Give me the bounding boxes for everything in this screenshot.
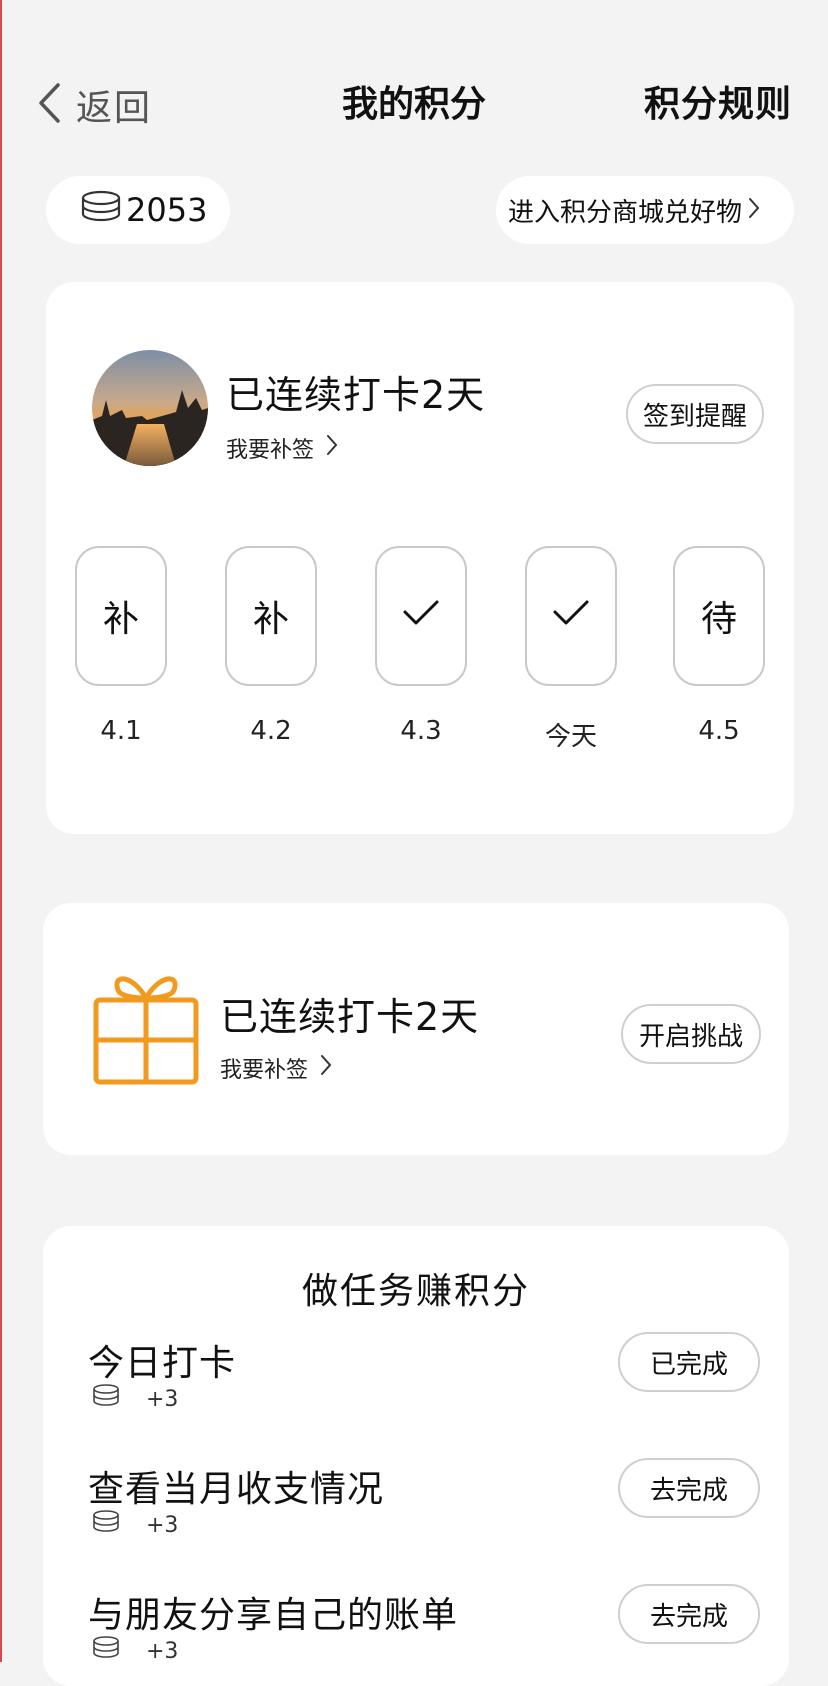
checkin-makeup-link[interactable]: 我要补签 [226,432,338,464]
points-balance-pill: 2053 [46,176,230,244]
task-reward-value: +3 [146,1386,179,1412]
gift-icon [92,968,200,1090]
points-balance-value: 2053 [126,191,208,229]
challenge-streak-text: 已连续打卡2天 [220,995,480,1039]
day-label: 4.3 [400,716,442,746]
day-label: 4.2 [250,716,292,746]
task-go-button[interactable]: 去完成 [618,1458,760,1518]
checkmark-icon [401,596,441,637]
tasks-section-title: 做任务赚积分 [301,1271,530,1312]
task-name: 与朋友分享自己的账单 [88,1595,459,1636]
day-label: 今天 [544,722,597,752]
chevron-right-icon [326,434,338,462]
day-label: 4.1 [100,716,142,746]
day-mark: 补 [102,599,139,640]
checkmark-icon [551,596,591,637]
day-box-today[interactable] [525,546,617,686]
coin-stack-icon [92,1384,120,1414]
day-box-4-1[interactable]: 补 [75,546,167,686]
day-box-4-2[interactable]: 补 [225,546,317,686]
task-status-button[interactable]: 已完成 [618,1332,760,1392]
makeup-label: 我要补签 [220,1058,309,1083]
challenge-makeup-link[interactable]: 我要补签 [220,1052,332,1084]
points-mall-link[interactable]: 进入积分商城兑好物 [496,176,794,244]
coin-stack-icon [80,190,122,230]
coin-stack-icon [92,1510,120,1540]
task-reward: +3 [92,1510,178,1540]
start-challenge-button[interactable]: 开启挑战 [621,1004,761,1064]
task-go-button[interactable]: 去完成 [618,1584,760,1644]
task-reward-value: +3 [146,1512,179,1538]
makeup-label: 我要补签 [226,438,315,463]
day-label: 4.5 [698,716,740,746]
task-reward: +3 [92,1384,178,1414]
chevron-right-icon [320,1054,332,1082]
points-mall-label: 进入积分商城兑好物 [508,197,743,228]
day-mark: 补 [252,599,289,640]
screen-edge-line [0,0,2,1662]
checkin-reminder-button[interactable]: 签到提醒 [626,384,764,444]
day-box-4-5[interactable]: 待 [673,546,765,686]
task-reward-value: +3 [146,1638,179,1664]
points-rules-link[interactable]: 积分规则 [644,80,792,130]
chevron-right-icon [748,197,760,223]
day-mark: 待 [700,599,737,640]
checkin-streak-text: 已连续打卡2天 [226,373,486,417]
avatar [92,350,208,466]
task-name: 查看当月收支情况 [88,1469,385,1510]
task-name: 今日打卡 [88,1343,237,1384]
day-box-4-3[interactable] [375,546,467,686]
